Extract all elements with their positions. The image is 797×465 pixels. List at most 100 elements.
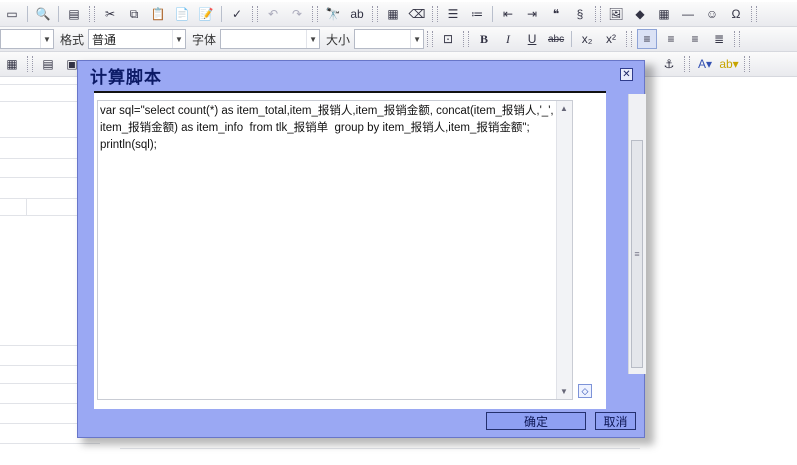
- cut-icon[interactable]: ✂: [100, 4, 120, 24]
- script-dialog: 计算脚本 ✕ var sql="select count(*) as item_…: [77, 60, 645, 438]
- flash-icon[interactable]: ◆: [630, 4, 650, 24]
- table-grid-line: [120, 448, 640, 449]
- underline-button[interactable]: U: [522, 29, 542, 49]
- smiley-icon[interactable]: ☺: [702, 4, 722, 24]
- superscript-button[interactable]: x²: [601, 29, 621, 49]
- table-grid-line: [0, 423, 77, 424]
- style-combo[interactable]: ▼: [0, 29, 54, 49]
- text-color-icon[interactable]: A▾: [695, 54, 715, 74]
- subscript-button[interactable]: x₂: [577, 29, 597, 49]
- form-icon[interactable]: ▦: [2, 54, 22, 74]
- paste-word-icon[interactable]: 📝: [196, 4, 216, 24]
- table-grid-line: [0, 177, 77, 178]
- textarea-scrollbar[interactable]: ▲ ▼: [556, 101, 572, 399]
- editor-scrollbar[interactable]: ≡: [628, 94, 646, 374]
- dialog-footer: 确定 取消: [78, 407, 644, 437]
- size-label: 大小: [326, 32, 351, 47]
- script-code[interactable]: var sql="select count(*) as item_total,i…: [100, 103, 555, 154]
- dialog-titlebar[interactable]: 计算脚本 ✕: [78, 61, 644, 89]
- numbered-list-icon[interactable]: ☰: [443, 4, 463, 24]
- table-grid-line: [0, 365, 77, 366]
- background-color-icon[interactable]: ab▾: [719, 54, 739, 74]
- strikethrough-button[interactable]: abc: [546, 29, 566, 49]
- anchor-icon[interactable]: ⚓: [659, 54, 679, 74]
- toolbar-grip: [312, 6, 318, 22]
- scroll-down-icon[interactable]: ▼: [560, 387, 568, 396]
- dialog-title: 计算脚本: [90, 67, 162, 87]
- toolbar-grip: [626, 31, 633, 47]
- preview-icon[interactable]: ▭: [2, 4, 22, 24]
- code-editor-icon[interactable]: ◇: [578, 384, 592, 398]
- eraser-icon[interactable]: ⌫: [407, 4, 427, 24]
- redo-icon[interactable]: ↷: [287, 4, 307, 24]
- toolbar-row-2: ▼ 格式 普通 ▼ 字体 ▼ 大小 ▼ ⊡ B I U abc x₂ x² ≡ …: [0, 27, 797, 52]
- toolbar-grip: [751, 6, 757, 22]
- align-left-icon[interactable]: ≡: [637, 29, 658, 49]
- paste-icon[interactable]: 📋: [148, 4, 168, 24]
- close-button[interactable]: ✕: [620, 68, 633, 81]
- script-textarea[interactable]: var sql="select count(*) as item_total,i…: [97, 100, 573, 400]
- copy-icon[interactable]: ⧉: [124, 4, 144, 24]
- align-right-icon[interactable]: ≡: [685, 29, 705, 49]
- toolbar-separator: [27, 6, 28, 22]
- table-grid-line: [0, 215, 77, 216]
- align-center-icon[interactable]: ≡: [661, 29, 681, 49]
- template-icon[interactable]: ▤: [64, 4, 84, 24]
- bulleted-list-icon[interactable]: ≔: [467, 4, 487, 24]
- chevron-down-icon: ▼: [172, 30, 185, 48]
- toolbar-separator: [492, 6, 493, 22]
- toolbar-separator: [58, 6, 59, 22]
- div-icon[interactable]: §: [570, 4, 590, 24]
- scrollbar-thumb[interactable]: ≡: [631, 140, 643, 368]
- format-label: 格式: [60, 32, 85, 47]
- blockquote-icon[interactable]: ❝: [546, 4, 566, 24]
- scroll-up-icon[interactable]: ▲: [560, 104, 568, 113]
- show-blocks-icon[interactable]: ⊡: [438, 29, 458, 49]
- table-grid-line: [26, 198, 27, 215]
- select-all-icon[interactable]: ▦: [383, 4, 403, 24]
- table-grid-line: [0, 403, 77, 404]
- toolbar-row-1: ▭ 🔍 ▤ ✂ ⧉ 📋 📄 📝 ✓ ↶ ↷ 🔭 ab ▦ ⌫ ☰ ≔ ⇤ ⇥ ❝…: [0, 2, 797, 27]
- toolbar-grip: [427, 31, 434, 47]
- table-grid-line: [0, 198, 77, 199]
- ok-button[interactable]: 确定: [486, 412, 586, 430]
- indent-icon[interactable]: ⇥: [522, 4, 542, 24]
- toolbar-grip: [744, 56, 750, 72]
- outdent-icon[interactable]: ⇤: [498, 4, 518, 24]
- bold-button[interactable]: B: [474, 29, 494, 49]
- paste-text-icon[interactable]: 📄: [172, 4, 192, 24]
- replace-icon[interactable]: ab: [347, 4, 367, 24]
- document-icon[interactable]: ▤: [38, 54, 58, 74]
- toolbar-grip: [252, 6, 258, 22]
- close-icon: ✕: [622, 68, 631, 80]
- horizontal-rule-icon[interactable]: ―: [678, 4, 698, 24]
- special-char-icon[interactable]: Ω: [726, 4, 746, 24]
- chevron-down-icon: ▼: [410, 30, 423, 48]
- align-justify-icon[interactable]: ≣: [709, 29, 729, 49]
- table-grid-line: [0, 101, 77, 102]
- italic-button[interactable]: I: [498, 29, 518, 49]
- toolbar-grip: [372, 6, 378, 22]
- toolbar-grip: [595, 6, 601, 22]
- table-grid-line: [0, 137, 77, 138]
- find-icon[interactable]: 🔭: [323, 4, 343, 24]
- format-combo[interactable]: 普通 ▼: [88, 29, 187, 49]
- dialog-body: var sql="select count(*) as item_total,i…: [94, 91, 606, 409]
- image-icon[interactable]: 🖼: [606, 4, 626, 24]
- undo-icon[interactable]: ↶: [263, 4, 283, 24]
- format-combo-value: 普通: [92, 32, 117, 47]
- find-preview-icon[interactable]: 🔍: [33, 4, 53, 24]
- table-icon[interactable]: ▦: [654, 4, 674, 24]
- font-combo[interactable]: ▼: [220, 29, 321, 49]
- size-combo[interactable]: ▼: [354, 29, 425, 49]
- spellcheck-icon[interactable]: ✓: [227, 4, 247, 24]
- table-grid-line: [0, 383, 77, 384]
- toolbar-grip: [734, 31, 741, 47]
- table-grid-line: [0, 84, 77, 85]
- toolbar-grip: [432, 6, 438, 22]
- cancel-button[interactable]: 取消: [595, 412, 636, 430]
- toolbar-separator: [221, 6, 222, 22]
- table-grid-line: [0, 345, 77, 346]
- chevron-down-icon: ▼: [306, 30, 319, 48]
- toolbar-separator: [571, 31, 573, 47]
